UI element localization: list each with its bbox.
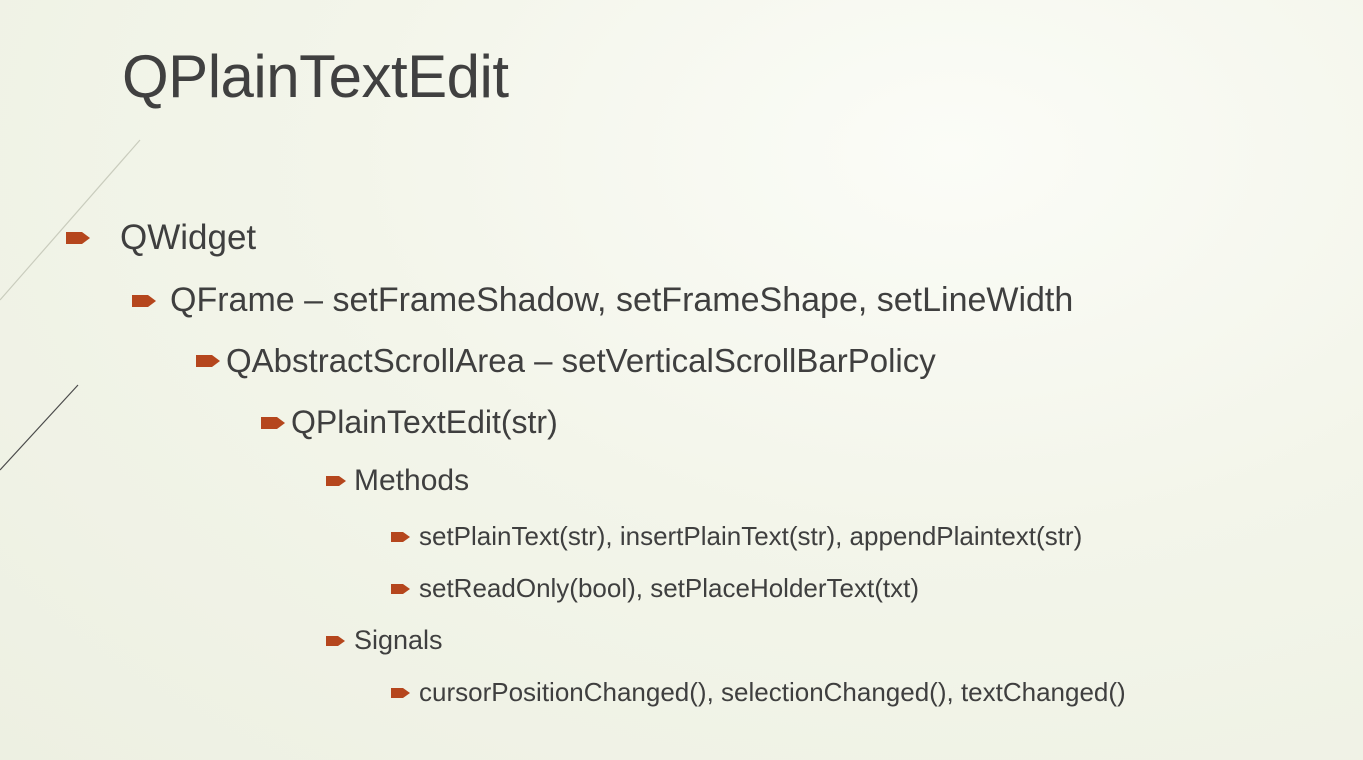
bullet-text: QPlainTextEdit(str) bbox=[291, 404, 558, 440]
bullet-text: setReadOnly(bool), setPlaceHolderText(tx… bbox=[419, 573, 919, 603]
arrow-bullet-icon bbox=[261, 415, 287, 431]
bullet-text: Methods bbox=[354, 464, 470, 497]
arrow-bullet-icon bbox=[132, 293, 158, 309]
bullet-signals: Signals bbox=[326, 625, 443, 656]
bullet-qabstractscrollarea: QAbstractScrollArea – setVerticalScrollB… bbox=[196, 342, 936, 380]
bullet-text: QWidget bbox=[120, 218, 257, 257]
arrow-bullet-icon bbox=[326, 474, 348, 488]
slide: QPlainTextEdit QWidget QFrame – setFrame… bbox=[0, 0, 1363, 760]
bullet-signals-list: cursorPositionChanged(), selectionChange… bbox=[391, 677, 1126, 708]
bullet-text: Signals bbox=[354, 625, 443, 655]
bullet-text: cursorPositionChanged(), selectionChange… bbox=[419, 677, 1126, 707]
bullet-text: setPlainText(str), insertPlainText(str),… bbox=[419, 521, 1083, 551]
arrow-bullet-icon bbox=[196, 353, 222, 369]
bullet-qplaintextedit: QPlainTextEdit(str) bbox=[261, 404, 558, 441]
bullet-methods-text: setPlainText(str), insertPlainText(str),… bbox=[391, 521, 1082, 552]
bullet-text: QAbstractScrollArea – setVerticalScrollB… bbox=[226, 342, 936, 379]
bullet-qwidget: QWidget bbox=[66, 218, 256, 258]
slide-title: QPlainTextEdit bbox=[122, 43, 509, 110]
bullet-methods-readonly: setReadOnly(bool), setPlaceHolderText(tx… bbox=[391, 573, 919, 604]
arrow-bullet-icon bbox=[391, 687, 411, 699]
bullet-text: QFrame – setFrameShadow, setFrameShape, … bbox=[170, 281, 1074, 319]
arrow-bullet-icon bbox=[391, 583, 411, 595]
arrow-bullet-icon bbox=[66, 230, 92, 246]
arrow-bullet-icon bbox=[326, 635, 346, 647]
bullet-methods: Methods bbox=[326, 464, 469, 498]
bullet-qframe: QFrame – setFrameShadow, setFrameShape, … bbox=[132, 281, 1073, 320]
decorative-lines bbox=[0, 139, 141, 471]
arrow-bullet-icon bbox=[391, 531, 411, 543]
